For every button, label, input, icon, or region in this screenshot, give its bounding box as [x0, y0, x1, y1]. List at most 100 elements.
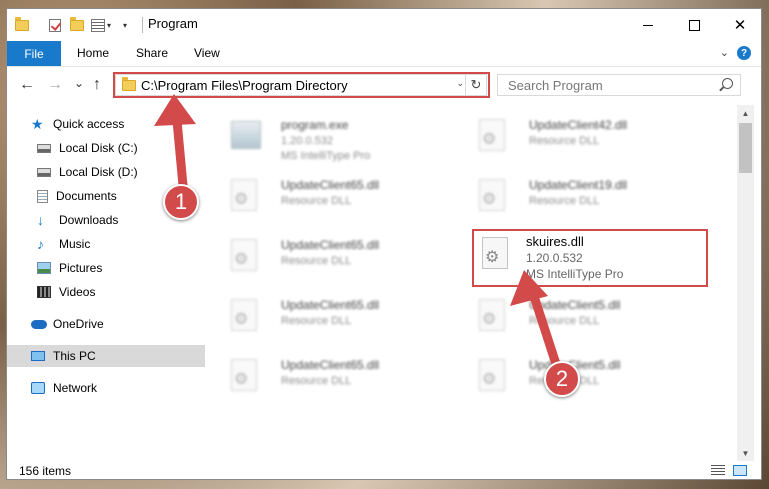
step-badge-1: 1 [163, 184, 199, 220]
maximize-icon [688, 19, 700, 31]
dll-file-icon [479, 359, 505, 391]
file-name: UpdateClient42.dll [529, 118, 628, 132]
file-item[interactable]: program.exe 1.20.0.532 MS IntelliType Pr… [205, 111, 441, 169]
tab-share[interactable]: Share [136, 46, 168, 60]
sidebar-item-videos[interactable]: Videos [7, 281, 229, 303]
tab-view[interactable]: View [194, 46, 220, 60]
downloads-icon: ↓ [37, 212, 44, 228]
sidebar-item-label: OneDrive [53, 317, 104, 331]
dll-file-icon [479, 179, 505, 211]
dll-file-icon [479, 299, 505, 331]
sidebar-item-music[interactable]: ♪ Music [7, 233, 229, 255]
back-arrow-icon[interactable]: ← [19, 77, 35, 93]
file-name: UpdateClient65.dll [281, 238, 380, 252]
file-name: UpdateClient65.dll [281, 178, 380, 192]
dll-file-icon [231, 239, 257, 271]
file-name: UpdateClient65.dll [281, 358, 380, 372]
file-description: Resource DLL [281, 375, 352, 387]
forward-arrow-icon[interactable]: → [47, 77, 63, 93]
tab-file[interactable]: File [7, 41, 61, 66]
address-bar-highlight [113, 72, 490, 98]
sidebar-item-local-disk-d[interactable]: Local Disk (D:) [7, 161, 229, 183]
dll-file-icon [231, 359, 257, 391]
search-box[interactable]: Search Program [497, 74, 741, 96]
rename-icon[interactable]: ▾ [91, 17, 111, 33]
ribbon-tabs: File Home Share View ⌄ ? [7, 41, 761, 67]
file-name: program.exe [281, 118, 349, 132]
ribbon-expand-chevron-icon[interactable]: ⌄ [720, 46, 729, 59]
sidebar-item-quick-access[interactable]: ★ Quick access [7, 113, 223, 135]
navigation-bar: ← → ⌄ ↑ C:\Program Files\Program Directo… [7, 67, 761, 105]
details-view-icon[interactable] [711, 465, 725, 476]
file-version: 1.20.0.532 [281, 135, 333, 147]
sidebar-item-label: Local Disk (D:) [59, 165, 138, 179]
file-name: UpdateClient19.dll [529, 178, 628, 192]
window-title: Program [148, 16, 198, 31]
file-item[interactable]: UpdateClient65.dll Resource DLL [205, 231, 441, 289]
help-icon[interactable]: ? [737, 46, 751, 60]
up-arrow-icon[interactable]: ↑ [93, 77, 101, 93]
file-item[interactable]: UpdateClient65.dll Resource DLL [205, 171, 441, 229]
scroll-down-icon[interactable]: ▼ [737, 445, 754, 461]
sidebar-item-local-disk-c[interactable]: Local Disk (C:) [7, 137, 229, 159]
scroll-up-icon[interactable]: ▲ [737, 105, 754, 121]
sidebar-item-label: Network [53, 381, 98, 395]
file-item[interactable]: UpdateClient42.dll Resource DLL [453, 111, 689, 169]
properties-check-icon[interactable] [49, 17, 61, 33]
search-icon[interactable] [722, 78, 733, 89]
exe-file-icon [231, 121, 261, 149]
sidebar-item-onedrive[interactable]: OneDrive [7, 313, 223, 335]
recent-locations-chevron-icon[interactable]: ⌄ [74, 75, 84, 91]
new-folder-icon[interactable] [70, 16, 84, 33]
file-description: Resource DLL [529, 315, 600, 327]
sidebar-item-label: This PC [53, 349, 96, 363]
music-icon: ♪ [37, 236, 44, 252]
videos-icon [37, 286, 51, 298]
item-count: 156 items [19, 464, 72, 478]
sidebar-item-label: Videos [59, 285, 96, 299]
scroll-thumb[interactable] [739, 123, 752, 173]
sidebar-item-label: Music [59, 237, 91, 251]
file-item[interactable]: UpdateClient65.dll Resource DLL [205, 351, 441, 409]
tab-home[interactable]: Home [77, 46, 109, 60]
pc-icon [31, 351, 45, 361]
maximize-button[interactable] [671, 9, 717, 41]
close-button[interactable]: ✕ [717, 9, 761, 41]
file-description: Resource DLL [529, 135, 600, 147]
step-badge-2: 2 [544, 361, 580, 397]
disk-icon [37, 167, 51, 177]
file-description: Resource DLL [281, 255, 352, 267]
sidebar-item-network[interactable]: Network [7, 377, 223, 399]
tiles-view-icon[interactable] [733, 465, 747, 476]
sidebar-item-label: Documents [56, 189, 117, 203]
title-separator [142, 17, 143, 33]
file-description: Resource DLL [281, 315, 352, 327]
network-icon [31, 382, 45, 394]
customize-toolbar-icon[interactable]: ▾ [121, 17, 127, 33]
file-item[interactable]: UpdateClient19.dll Resource DLL [453, 171, 689, 229]
file-item[interactable]: UpdateClient5.dll Resource DLL [453, 291, 689, 349]
dll-file-icon [479, 119, 505, 151]
sidebar-item-label: Pictures [59, 261, 103, 275]
quick-access-folder-icon[interactable] [15, 16, 29, 33]
file-description: MS IntelliType Pro [281, 150, 371, 162]
file-item[interactable]: UpdateClient65.dll Resource DLL [205, 291, 441, 349]
sidebar-item-label: Local Disk (C:) [59, 141, 138, 155]
sidebar-item-this-pc[interactable]: This PC [7, 345, 223, 367]
file-description: Resource DLL [281, 195, 352, 207]
file-name: UpdateClient5.dll [529, 298, 621, 312]
dll-file-icon [231, 179, 257, 211]
pictures-icon [37, 262, 51, 274]
star-icon: ★ [31, 116, 44, 132]
search-input[interactable]: Search Program [508, 78, 603, 93]
vertical-scrollbar[interactable]: ▲ ▼ [737, 105, 754, 461]
disk-icon [37, 143, 51, 153]
sidebar-item-pictures[interactable]: Pictures [7, 257, 229, 279]
sidebar-item-label: Quick access [53, 117, 125, 131]
onedrive-icon [31, 319, 47, 329]
file-name: UpdateClient65.dll [281, 298, 380, 312]
title-bar: ▾ ▾ Program ✕ [7, 9, 761, 41]
file-description: Resource DLL [529, 195, 600, 207]
file-highlight [472, 229, 708, 287]
minimize-button[interactable] [625, 9, 671, 41]
